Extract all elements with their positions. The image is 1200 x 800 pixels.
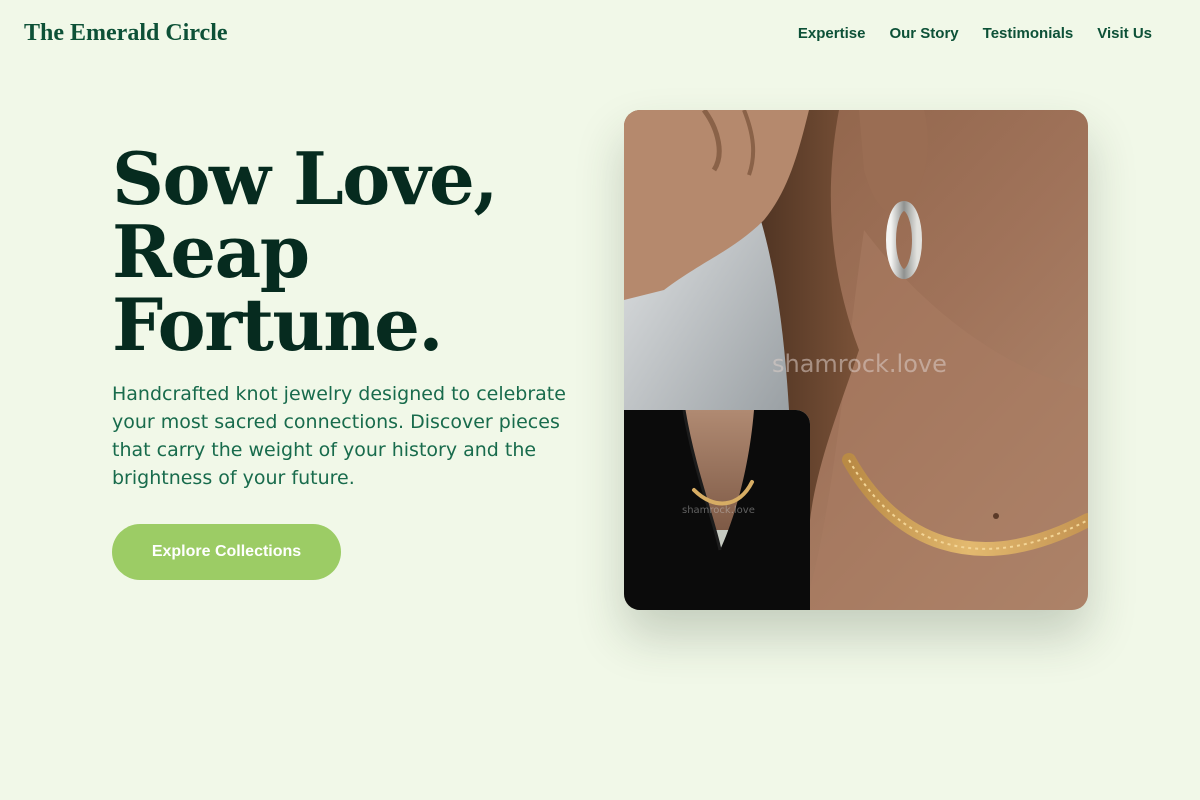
page: The Emerald Circle Expertise Our Story T…: [0, 0, 1200, 800]
hero-inset-image: [624, 410, 810, 610]
hero-title-line-3: Fortune.: [112, 282, 443, 367]
nav-link-testimonials[interactable]: Testimonials: [983, 24, 1074, 44]
nav-link-expertise[interactable]: Expertise: [798, 24, 866, 44]
hero-title-line-2: Reap: [112, 209, 310, 294]
hero-description: Handcrafted knot jewelry designed to cel…: [112, 383, 566, 489]
nav-link-our-story[interactable]: Our Story: [889, 24, 958, 44]
explore-collections-button[interactable]: Explore Collections: [112, 524, 341, 580]
hero-title: Sow Love, Reap Fortune.: [112, 142, 552, 361]
main-nav: Expertise Our Story Testimonials Visit U…: [798, 24, 1152, 44]
nav-link-visit-us[interactable]: Visit Us: [1097, 24, 1152, 44]
brand-logo[interactable]: The Emerald Circle: [24, 20, 228, 47]
hero-title-line-1: Sow Love,: [112, 136, 498, 221]
chain-necklace-photo: [624, 410, 810, 610]
